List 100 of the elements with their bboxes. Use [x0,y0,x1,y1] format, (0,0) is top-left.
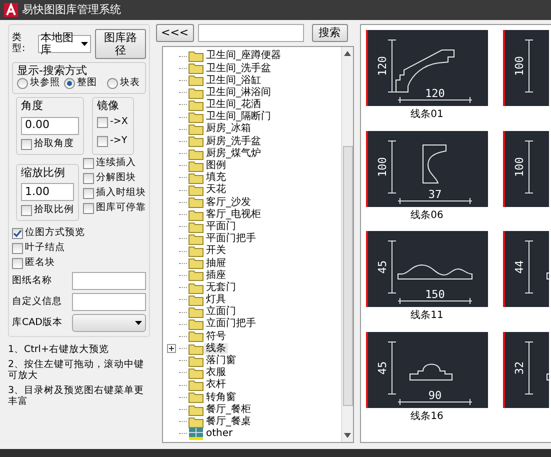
dimension-label: 90 [428,388,442,402]
profile-drawing[interactable]: 120 120 [366,30,488,106]
profile-drawing[interactable]: 32 [503,332,549,408]
profile-drawing[interactable]: 44 [503,231,549,307]
angle-input[interactable]: 0.00 [21,116,79,135]
group-title: 显示-搜索方式 [17,65,88,78]
checkbox-label: 叶子结点 [25,243,65,254]
tree-item[interactable]: other [204,428,235,440]
tree-item[interactable]: 平面门把手 [204,233,258,245]
radio-button[interactable] [17,78,28,90]
tree-item[interactable]: 立面门 [204,306,238,318]
checkbox[interactable] [83,188,94,199]
back-button[interactable]: <<< [156,24,194,42]
scroll-down-icon[interactable] [344,433,351,438]
dimension-label: 120 [376,56,389,76]
folder-icon [188,391,204,404]
tree-item[interactable]: 卫生间_座蹲便器 [204,50,283,62]
tree-item[interactable]: 天花 [204,184,228,196]
search-button[interactable]: 搜索 [312,24,348,42]
checkbox[interactable] [12,243,23,254]
library-path-button[interactable]: 图库路径 [95,29,146,60]
tree-item[interactable]: 餐厅_餐桌 [204,416,253,428]
folder-icon [188,354,204,367]
scroll-up-icon[interactable] [344,51,351,56]
checkbox[interactable] [83,172,94,184]
tree-item[interactable]: 卫生间_隔断门 [204,111,273,123]
checkbox[interactable] [97,136,108,147]
profile-drawing[interactable]: 45 150 [366,231,488,307]
profile-drawing[interactable]: 100 37 [366,130,488,206]
tree-item[interactable]: 厨房_洗手盆 [204,136,263,148]
field-label: 库CAD版本 [12,318,62,329]
tree-item[interactable]: 客厅_沙发 [204,196,253,208]
tree-item[interactable]: 无套门 [204,282,238,294]
tree-item[interactable]: 转角窗 [204,392,238,404]
folder-icon [188,257,204,270]
tree-item[interactable]: 卫生间_洗手盆 [204,62,273,74]
checkbox[interactable] [21,205,32,216]
tree-item[interactable]: 灯具 [204,294,228,306]
folder-icon [188,269,204,282]
search-field[interactable] [198,24,304,42]
tree-item[interactable]: 衣杆 [204,379,228,391]
folder-icon [188,123,204,136]
radio-label: 整图 [77,78,97,89]
folder-icon [188,98,204,111]
dimension-label: 120 [425,87,445,100]
checkbox[interactable] [12,228,23,240]
tree-item[interactable]: 插座 [204,270,228,282]
scale-input[interactable]: 1.00 [21,183,74,202]
tree-item[interactable]: 卫生间_花洒 [204,99,263,111]
checkbox[interactable] [21,138,32,150]
preview-caption: 线条16 [410,410,444,422]
folder-icon [188,160,204,172]
dimension-label: 45 [376,360,389,374]
tree-item[interactable]: 衣服 [204,367,228,379]
folder-icon [188,330,204,342]
tree-item[interactable]: 客厅_电视柜 [204,208,263,220]
preview-caption: 线条01 [410,109,444,120]
radio-button[interactable] [107,78,118,90]
dimension-label: 150 [425,288,445,301]
folder-icon [188,172,204,184]
version-dropdown[interactable] [72,314,146,332]
profile-drawing[interactable]: 100 [503,30,549,106]
checkbox-label: 拾取比例 [34,205,74,216]
tree-item[interactable]: 抽屉 [204,258,228,270]
folder-icon [188,50,204,62]
folder-icon [188,318,204,330]
checkbox[interactable] [12,258,23,270]
folder-icon [188,111,204,124]
tree-item[interactable]: 餐厅_餐柜 [204,404,253,416]
radio-button[interactable] [64,78,75,90]
checkbox-label: 分解图块 [96,172,136,184]
expand-icon[interactable] [167,344,176,354]
tree-item[interactable]: 卫生间_淋浴间 [204,86,273,98]
tree-item[interactable]: 立面门把手 [204,318,258,330]
checkbox[interactable] [83,202,94,214]
preview-caption: 线条11 [410,310,444,322]
dimension-label: 100 [513,156,526,176]
folder-icon [188,74,204,86]
checkbox-label: 匿名块 [25,258,55,270]
folder-icon [188,220,204,233]
tree-item[interactable]: 卫生间_浴缸 [204,74,263,86]
scrollbar[interactable] [341,47,353,442]
text-field[interactable] [72,293,146,312]
folder-icon [188,294,204,306]
checkbox[interactable] [97,116,108,128]
tree-item[interactable]: 平面门 [204,220,238,232]
tree-item[interactable]: 符号 [204,330,228,342]
caret-icon [135,321,142,326]
profile-drawing[interactable]: 45 90 [366,332,488,408]
tree-item[interactable]: 厨房_煤气炉 [204,148,263,160]
tree-item[interactable]: 开关 [204,245,228,257]
tree-item[interactable]: 落门窗 [204,355,238,367]
tree-item[interactable]: 线条 [204,342,228,354]
folder-icon [188,135,204,148]
tree-item[interactable]: 填充 [204,172,228,184]
tree-item[interactable]: 厨房_冰箱 [204,123,253,135]
tree-item[interactable]: 图例 [204,160,228,172]
text-field[interactable] [72,272,146,290]
profile-drawing[interactable]: 100 [503,130,549,206]
checkbox[interactable] [83,158,94,169]
